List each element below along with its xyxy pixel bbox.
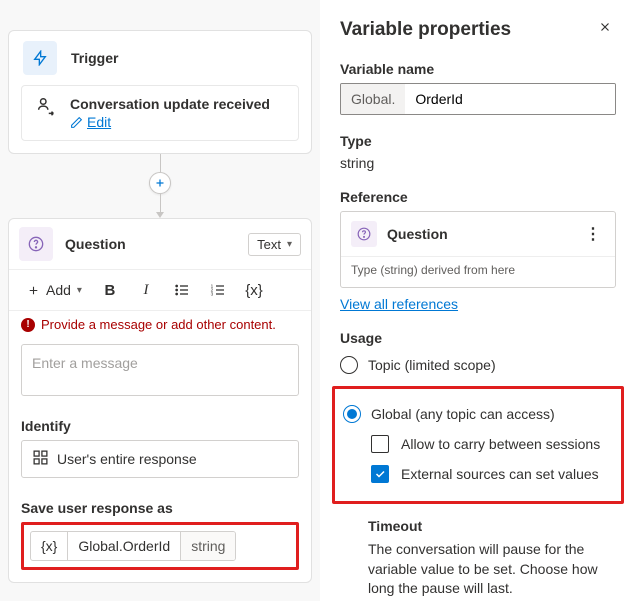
question-icon bbox=[351, 221, 377, 247]
panel-title: Variable properties bbox=[340, 19, 511, 41]
timeout-description: The conversation will pause for the vari… bbox=[340, 540, 616, 599]
trigger-title: Trigger bbox=[71, 50, 118, 66]
variable-name-group: Global. bbox=[340, 83, 616, 115]
svg-text:3: 3 bbox=[211, 291, 214, 296]
close-button[interactable] bbox=[594, 16, 616, 43]
identify-label: Identify bbox=[9, 408, 311, 440]
reference-title: Question bbox=[387, 226, 571, 242]
usage-topic-radio[interactable]: Topic (limited scope) bbox=[340, 350, 616, 380]
reference-box: Question ⋮ Type (string) derived from he… bbox=[340, 211, 616, 288]
variable-name: Global.OrderId bbox=[78, 538, 170, 554]
add-button[interactable]: Add ▾ bbox=[21, 278, 88, 302]
variable-icon: {x} bbox=[41, 538, 57, 554]
reference-subtitle: Type (string) derived from here bbox=[341, 256, 615, 287]
checkbox-unchecked-icon bbox=[371, 435, 389, 453]
trigger-event-title: Conversation update received bbox=[70, 96, 286, 112]
radio-checked-icon bbox=[343, 405, 361, 423]
question-header: Question Text ▾ bbox=[9, 219, 311, 270]
trigger-icon bbox=[23, 41, 57, 75]
more-button[interactable]: ⋮ bbox=[581, 220, 605, 248]
trigger-card: Trigger Conversation update received Edi… bbox=[8, 30, 312, 154]
variable-properties-panel: Variable properties Variable name Global… bbox=[320, 0, 636, 601]
output-type-select[interactable]: Text ▾ bbox=[248, 233, 301, 256]
error-row: ! Provide a message or add other content… bbox=[9, 311, 311, 338]
canvas-area: Trigger Conversation update received Edi… bbox=[0, 0, 320, 601]
entity-icon bbox=[32, 449, 49, 469]
variable-type: string bbox=[191, 538, 225, 554]
usage-global-radio[interactable]: Global (any topic can access) bbox=[343, 399, 613, 429]
bold-button[interactable]: B bbox=[96, 276, 124, 304]
external-set-label: External sources can set values bbox=[401, 466, 599, 482]
allow-carry-label: Allow to carry between sessions bbox=[401, 436, 600, 452]
output-type-value: Text bbox=[257, 237, 281, 252]
timeout-header: Timeout bbox=[340, 518, 616, 534]
usage-topic-label: Topic (limited scope) bbox=[368, 357, 496, 373]
bullet-list-button[interactable] bbox=[168, 276, 196, 304]
chevron-down-icon: ▾ bbox=[287, 239, 292, 250]
message-input[interactable]: Enter a message bbox=[21, 344, 299, 396]
message-placeholder: Enter a message bbox=[32, 355, 138, 371]
italic-button[interactable]: I bbox=[132, 276, 160, 304]
save-response-label: Save user response as bbox=[9, 490, 311, 522]
question-icon bbox=[19, 227, 53, 261]
numbered-list-button[interactable]: 123 bbox=[204, 276, 232, 304]
variable-name-label: Variable name bbox=[340, 61, 616, 77]
connector bbox=[0, 154, 320, 218]
editor-toolbar: Add ▾ B I 123 {x} bbox=[9, 270, 311, 311]
add-label: Add bbox=[46, 282, 71, 298]
variable-chip[interactable]: {x} Global.OrderId string bbox=[30, 531, 236, 561]
usage-global-label: Global (any topic can access) bbox=[371, 406, 555, 422]
radio-unchecked-icon bbox=[340, 356, 358, 374]
allow-carry-checkbox[interactable]: Allow to carry between sessions bbox=[343, 429, 613, 459]
variable-name-input[interactable] bbox=[405, 84, 615, 114]
conversation-update-icon bbox=[34, 96, 58, 118]
usage-global-highlight: Global (any topic can access) Allow to c… bbox=[332, 386, 624, 504]
trigger-header: Trigger bbox=[9, 31, 311, 85]
type-label: Type bbox=[340, 133, 616, 149]
chevron-down-icon: ▾ bbox=[77, 285, 82, 296]
identify-value: User's entire response bbox=[57, 451, 197, 467]
error-text: Provide a message or add other content. bbox=[41, 317, 276, 332]
save-response-highlight: {x} Global.OrderId string bbox=[21, 522, 299, 570]
view-all-references-link[interactable]: View all references bbox=[340, 296, 458, 312]
checkbox-checked-icon bbox=[371, 465, 389, 483]
identify-select[interactable]: User's entire response bbox=[21, 440, 299, 478]
question-title: Question bbox=[65, 236, 236, 252]
pencil-icon bbox=[70, 116, 83, 129]
question-card: Question Text ▾ Add ▾ B I 123 {x} ! bbox=[8, 218, 312, 583]
reference-label: Reference bbox=[340, 189, 616, 205]
add-node-button[interactable] bbox=[149, 172, 171, 194]
error-icon: ! bbox=[21, 318, 35, 332]
variable-prefix: Global. bbox=[341, 84, 405, 114]
edit-link[interactable]: Edit bbox=[87, 114, 111, 130]
usage-label: Usage bbox=[340, 330, 616, 346]
variable-insert-button[interactable]: {x} bbox=[240, 276, 268, 304]
external-set-checkbox[interactable]: External sources can set values bbox=[343, 459, 613, 489]
trigger-event[interactable]: Conversation update received Edit bbox=[21, 85, 299, 141]
type-value: string bbox=[340, 155, 616, 171]
